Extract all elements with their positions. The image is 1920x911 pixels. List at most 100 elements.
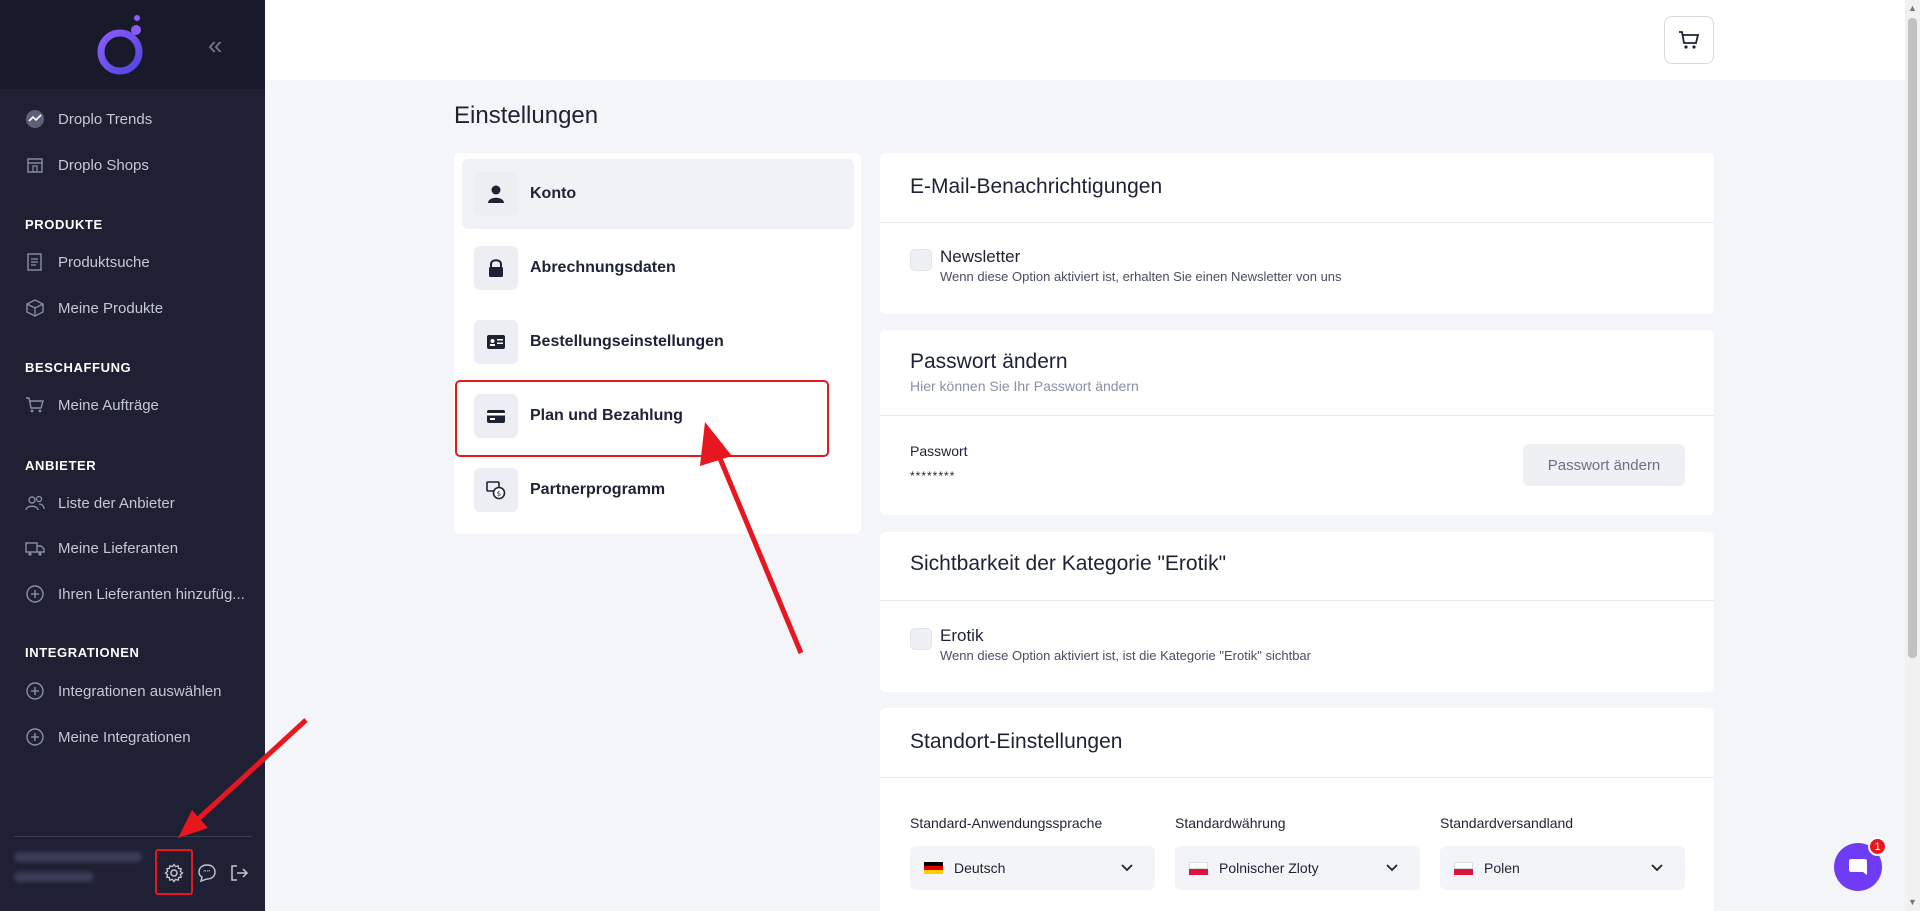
shipping-country-select[interactable]: Polen [1440, 846, 1685, 890]
sidebar-item-label: Meine Lieferanten [58, 539, 179, 557]
language-label: Standard-Anwendungssprache [910, 815, 1103, 831]
erotik-help-text: Wenn diese Option aktiviert ist, ist die… [940, 648, 1311, 663]
sidebar-item-liste-der-anbieter[interactable]: Liste der Anbieter [25, 488, 175, 518]
id-card-icon [474, 320, 518, 364]
change-password-button[interactable]: Passwort ändern [1523, 444, 1685, 486]
cart-icon [1679, 31, 1700, 49]
chat-notification-badge: 1 [1868, 837, 1887, 856]
sidebar-item-meine-auftraege[interactable]: Meine Aufträge [25, 390, 159, 420]
section-title-anbieter: ANBIETER [25, 458, 97, 473]
user-icon [474, 172, 518, 216]
card-divider [880, 415, 1714, 416]
card-divider [880, 600, 1714, 601]
sidebar-item-label: Meine Aufträge [58, 396, 159, 414]
sidebar-item-label: Integrationen auswählen [58, 682, 222, 700]
sidebar-item-meine-produkte[interactable]: Meine Produkte [25, 293, 163, 323]
box-icon [26, 299, 44, 317]
sidebar-item-meine-integrationen[interactable]: Meine Integrationen [25, 722, 191, 752]
menu-item-partnerprogramm[interactable]: $ Partnerprogramm [462, 455, 854, 525]
list-search-icon [27, 253, 42, 271]
chat-icon [1849, 859, 1867, 875]
menu-item-bestellungseinstellungen[interactable]: Bestellungseinstellungen [462, 307, 854, 377]
scroll-down-icon[interactable]: ▼ [1908, 897, 1917, 907]
email-notifications-card: E-Mail-Benachrichtigungen Newsletter Wen… [880, 153, 1714, 314]
poland-flag-icon [1454, 861, 1473, 875]
password-field-label: Passwort [910, 443, 968, 459]
sidebar-item-integrationen-auswaehlen[interactable]: Integrationen auswählen [25, 676, 221, 706]
plan-highlight-box [455, 380, 829, 457]
shipping-country-value: Polen [1484, 860, 1520, 876]
store-icon [27, 158, 43, 173]
menu-item-konto[interactable]: Konto [462, 159, 854, 229]
card-title: Sichtbarkeit der Kategorie "Erotik" [910, 552, 1227, 575]
settings-menu: Konto Abrechnungsdaten Bestellungseinste… [454, 153, 861, 534]
section-title-produkte: PRODUKTE [25, 217, 103, 232]
card-divider [880, 222, 1714, 223]
page-title: Einstellungen [454, 102, 599, 129]
sidebar-item-label: Ihren Lieferanten hinzufüg... [58, 585, 245, 603]
card-title: Passwort ändern [910, 350, 1068, 373]
top-bar [265, 0, 1905, 80]
sidebar-divider [14, 836, 252, 837]
money-swap-icon: $ [474, 468, 518, 512]
scroll-up-icon[interactable]: ▲ [1908, 3, 1917, 13]
plus-circle-icon [26, 728, 44, 746]
cart-button[interactable] [1664, 16, 1714, 64]
card-divider [880, 777, 1714, 778]
card-subtitle: Hier können Sie Ihr Passwort ändern [910, 378, 1139, 394]
collapse-sidebar-icon[interactable]: « [208, 32, 222, 58]
poland-flag-icon [1189, 861, 1208, 875]
sidebar-item-droplo-trends[interactable]: Droplo Trends [25, 104, 152, 134]
chat-quote-icon: ”” [198, 864, 216, 883]
password-masked-value: ******** [910, 469, 956, 483]
plus-circle-icon [26, 682, 44, 700]
scrollbar-thumb[interactable] [1908, 18, 1917, 658]
menu-item-abrechnungsdaten[interactable]: Abrechnungsdaten [462, 233, 854, 303]
sidebar-item-label: Droplo Trends [58, 110, 153, 128]
newsletter-label: Newsletter [940, 247, 1021, 266]
sidebar-item-lieferanten-hinzufuegen[interactable]: Ihren Lieferanten hinzufüg... [25, 579, 245, 609]
card-title: Standort-Einstellungen [910, 730, 1123, 753]
currency-select[interactable]: Polnischer Zloty [1175, 846, 1420, 890]
password-card: Passwort ändern Hier können Sie Ihr Pass… [880, 330, 1714, 515]
newsletter-help-text: Wenn diese Option aktiviert ist, erhalte… [940, 269, 1342, 284]
trend-icon [26, 110, 44, 128]
erotik-label: Erotik [940, 626, 984, 645]
language-select[interactable]: Deutsch [910, 846, 1155, 890]
sidebar-item-produktsuche[interactable]: Produktsuche [25, 247, 150, 277]
svg-text:$: $ [497, 490, 501, 498]
sidebar-header: « [0, 0, 265, 89]
cart-icon [26, 397, 44, 413]
shipping-country-label: Standardversandland [1440, 815, 1574, 831]
truck-icon [25, 542, 45, 556]
lock-icon [474, 246, 518, 290]
gear-highlight-box [155, 849, 193, 895]
currency-value: Polnischer Zloty [1219, 860, 1319, 876]
erotik-visibility-card: Sichtbarkeit der Kategorie "Erotik" Erot… [880, 532, 1714, 692]
sidebar-item-label: Meine Produkte [58, 299, 164, 317]
sidebar-item-label: Droplo Shops [58, 156, 149, 174]
droplo-logo[interactable] [96, 14, 148, 76]
logout-button[interactable] [226, 860, 252, 886]
plus-circle-icon [26, 585, 44, 603]
menu-item-label: Bestellungseinstellungen [530, 333, 724, 350]
logout-icon [231, 865, 249, 881]
chevron-down-icon [1651, 864, 1663, 872]
newsletter-checkbox[interactable] [910, 249, 932, 271]
section-title-integrationen: INTEGRATIONEN [25, 645, 140, 660]
sidebar-item-droplo-shops[interactable]: Droplo Shops [25, 150, 149, 180]
sidebar: « Droplo Trends Droplo Shops PRODUKTE Pr… [0, 0, 265, 911]
erotik-checkbox[interactable] [910, 628, 932, 650]
menu-item-label: Abrechnungsdaten [530, 259, 676, 276]
sidebar-item-label: Produktsuche [58, 253, 150, 271]
support-chat-button[interactable]: ”” [194, 860, 220, 886]
user-info-blurred [14, 852, 144, 892]
sidebar-item-meine-lieferanten[interactable]: Meine Lieferanten [25, 533, 178, 563]
svg-text:””: ”” [203, 869, 210, 877]
section-title-beschaffung: BESCHAFFUNG [25, 360, 132, 375]
chevron-down-icon [1386, 864, 1398, 872]
menu-item-label: Konto [530, 185, 577, 202]
card-title: E-Mail-Benachrichtigungen [910, 175, 1163, 198]
chevron-down-icon [1121, 864, 1133, 872]
page-scrollbar[interactable]: ▲ ▼ [1905, 0, 1920, 911]
